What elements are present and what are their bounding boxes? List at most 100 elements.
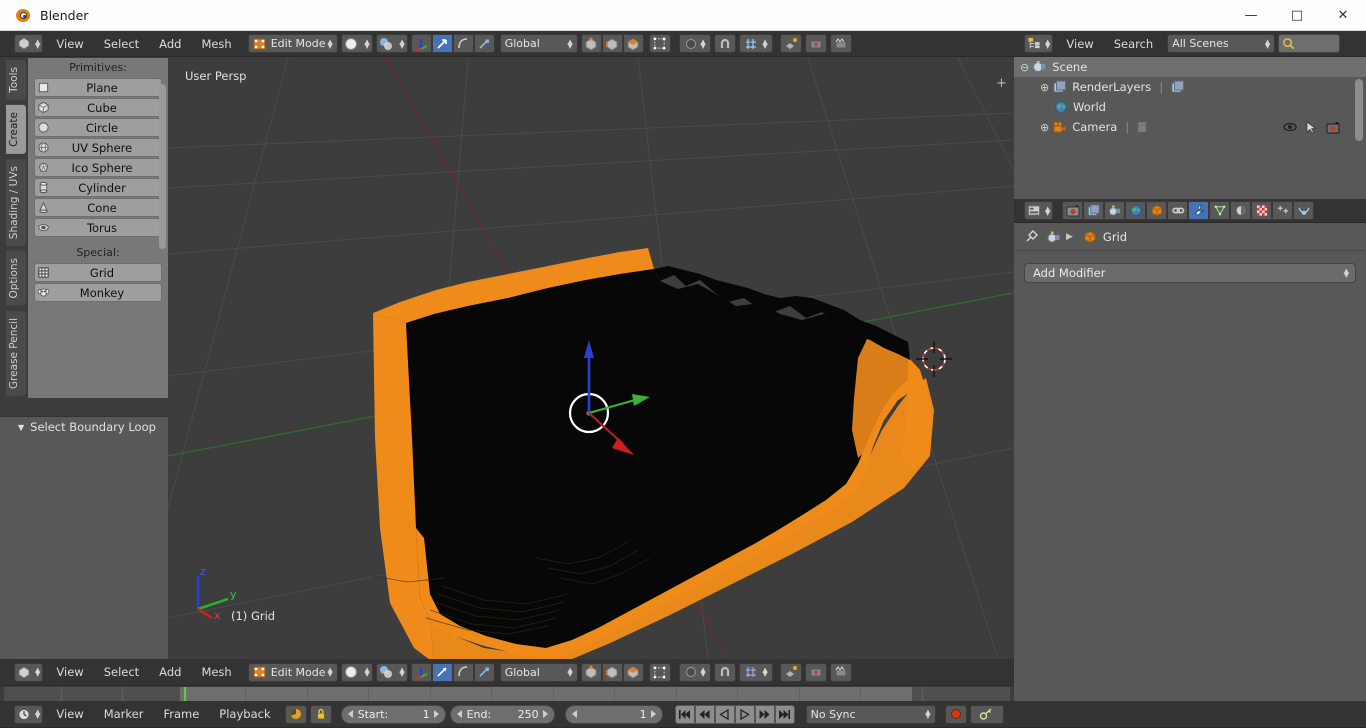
3d-viewport[interactable]: User Persp (1) Grid + z y x: [168, 58, 1013, 659]
tab-tools[interactable]: Tools: [6, 60, 26, 100]
add-plane-button[interactable]: Plane: [34, 78, 162, 97]
footer-menu-select[interactable]: Select: [94, 665, 149, 679]
footer-render-image-icon[interactable]: [805, 663, 827, 682]
timeline-editor-type-selector[interactable]: ▲▼: [14, 705, 43, 724]
add-torus-button[interactable]: Torus: [34, 218, 162, 237]
edge-select-icon[interactable]: [602, 663, 623, 682]
increment-icon[interactable]: [543, 710, 548, 718]
expand-icon[interactable]: ⊕: [1040, 121, 1049, 134]
add-modifier-button[interactable]: Add Modifier ▲▼: [1024, 263, 1356, 283]
current-frame-field[interactable]: 1: [565, 705, 663, 724]
footer-menu-mesh[interactable]: Mesh: [191, 665, 241, 679]
maximize-button[interactable]: □: [1274, 0, 1320, 30]
jump-end-icon[interactable]: [775, 705, 795, 724]
jump-start-icon[interactable]: [675, 705, 695, 724]
shading-mode-selector[interactable]: ▲▼: [341, 34, 373, 53]
cursor-arrow-icon[interactable]: [1306, 121, 1317, 134]
timeline-menu-frame[interactable]: Frame: [153, 707, 209, 721]
add-cube-button[interactable]: Cube: [34, 98, 162, 117]
scene-tab-icon[interactable]: [1104, 201, 1125, 220]
add-uv-sphere-button[interactable]: UV Sphere: [34, 138, 162, 157]
material-tab-icon[interactable]: [1230, 201, 1251, 220]
outliner-menu-view[interactable]: View: [1056, 37, 1103, 51]
editor-type-selector[interactable]: ▲▼: [14, 34, 43, 53]
outliner-row-world[interactable]: World: [1014, 97, 1366, 117]
tab-shading-uvs[interactable]: Shading / UVs: [6, 159, 26, 246]
add-cylinder-button[interactable]: Cylinder: [34, 178, 162, 197]
minimize-button[interactable]: —: [1228, 0, 1274, 30]
properties-editor-type-selector[interactable]: ▲▼: [1024, 201, 1053, 220]
expand-icon[interactable]: ⊕: [1040, 81, 1049, 94]
add-cone-button[interactable]: Cone: [34, 198, 162, 217]
tab-grease-pencil[interactable]: Grease Pencil: [6, 311, 26, 396]
face-select-icon[interactable]: [623, 34, 644, 53]
texture-tab-icon[interactable]: [1251, 201, 1272, 220]
display-mode-selector[interactable]: All Scenes ▲▼: [1167, 34, 1275, 53]
auto-keying-icon[interactable]: [970, 705, 1004, 724]
proportional-edit-selector[interactable]: ▲▼: [679, 34, 711, 53]
render-anim-icon[interactable]: [830, 34, 852, 53]
increment-icon[interactable]: [434, 710, 439, 718]
lock-icon[interactable]: [310, 705, 332, 724]
fast-forward-icon[interactable]: [755, 705, 775, 724]
footer-snap-magnet-icon[interactable]: [714, 663, 736, 682]
toolshelf-scrollbar[interactable]: [159, 84, 166, 249]
rotate-manipulator-icon[interactable]: [453, 34, 474, 53]
particles-tab-icon[interactable]: [1272, 201, 1293, 220]
footer-menu-add[interactable]: Add: [149, 665, 191, 679]
outliner-row-scene[interactable]: ⊖ Scene: [1014, 57, 1366, 77]
use-audio-sync-icon[interactable]: [285, 705, 307, 724]
constraints-tab-icon[interactable]: [1167, 201, 1188, 220]
limit-selection-visible-icon[interactable]: [649, 34, 671, 53]
timeline-menu-view[interactable]: View: [46, 707, 93, 721]
collapse-icon[interactable]: ⊖: [1020, 61, 1029, 74]
eye-icon[interactable]: [1283, 121, 1297, 133]
menu-select[interactable]: Select: [94, 37, 149, 51]
vertex-select-icon[interactable]: [581, 34, 602, 53]
record-icon[interactable]: [945, 705, 967, 724]
translate-manipulator-icon[interactable]: [432, 663, 453, 682]
render-layers-tab-icon[interactable]: [1083, 201, 1104, 220]
outliner-menu-search[interactable]: Search: [1104, 37, 1164, 51]
menu-mesh[interactable]: Mesh: [191, 37, 241, 51]
edge-select-icon[interactable]: [602, 34, 623, 53]
decrement-icon[interactable]: [457, 710, 462, 718]
scale-manipulator-icon[interactable]: [474, 34, 495, 53]
mode-selector[interactable]: Edit Mode ▲▼: [248, 34, 338, 53]
scene-small-icon[interactable]: [1047, 230, 1061, 244]
decrement-icon[interactable]: [572, 710, 577, 718]
start-frame-field[interactable]: Start: 1: [341, 705, 446, 724]
footer-pivot-selector[interactable]: ▲▼: [376, 663, 408, 682]
tab-create[interactable]: Create: [6, 105, 26, 154]
menu-view[interactable]: View: [46, 37, 93, 51]
add-monkey-button[interactable]: Monkey: [34, 283, 162, 302]
footer-limit-selection-icon[interactable]: [649, 663, 671, 682]
physics-tab-icon[interactable]: [1293, 201, 1314, 220]
outliner-row-renderlayers[interactable]: ⊕ RenderLayers |: [1014, 77, 1366, 97]
footer-proportional-selector[interactable]: ▲▼: [679, 663, 711, 682]
rotate-manipulator-icon[interactable]: [453, 663, 474, 682]
search-input[interactable]: [1278, 34, 1340, 53]
camera-render-icon[interactable]: [1326, 121, 1340, 134]
increment-icon[interactable]: [651, 710, 656, 718]
footer-shading-selector[interactable]: ▲▼: [341, 663, 373, 682]
manipulator-toggle-icon[interactable]: [411, 34, 432, 53]
snap-magnet-icon[interactable]: [714, 34, 736, 53]
tab-options[interactable]: Options: [6, 251, 26, 306]
footer-snap-element-selector[interactable]: ▲▼: [739, 663, 773, 682]
outliner-editor-type-selector[interactable]: ▲▼: [1024, 34, 1053, 53]
vertex-select-icon[interactable]: [581, 663, 602, 682]
footer-render-ob-icon[interactable]: [780, 663, 802, 682]
add-circle-button[interactable]: Circle: [34, 118, 162, 137]
sync-mode-selector[interactable]: No Sync ▲▼: [806, 705, 936, 724]
pin-icon[interactable]: [1024, 229, 1039, 244]
outliner-row-camera[interactable]: ⊕ Camera |: [1014, 117, 1366, 137]
face-select-icon[interactable]: [623, 663, 644, 682]
render-ob-icon[interactable]: [780, 34, 802, 53]
object-data-tab-icon[interactable]: [1209, 201, 1230, 220]
manipulator-toggle-icon[interactable]: [411, 663, 432, 682]
footer-render-anim-icon[interactable]: [830, 663, 852, 682]
object-tab-icon[interactable]: [1146, 201, 1167, 220]
snap-element-selector[interactable]: ▲▼: [739, 34, 773, 53]
footer-mode-selector[interactable]: Edit Mode ▲▼: [248, 663, 338, 682]
